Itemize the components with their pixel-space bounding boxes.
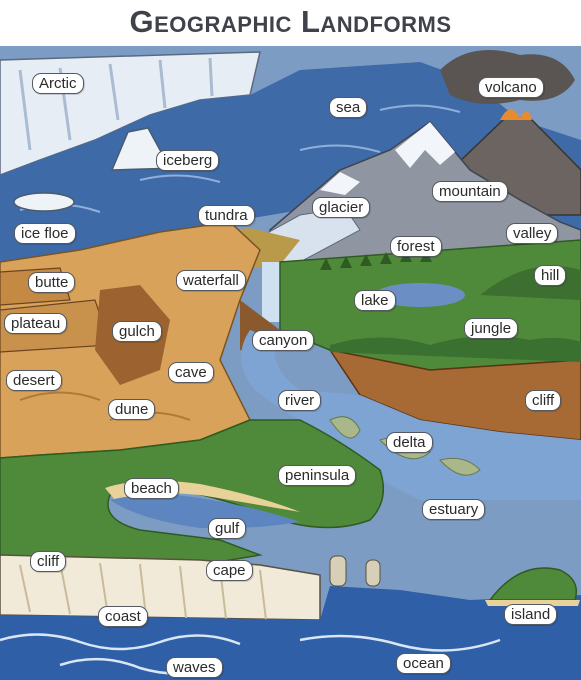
label-glacier: glacier [312, 197, 371, 218]
label-desert: desert [6, 370, 62, 391]
cape-stack-2 [365, 559, 381, 587]
label-arctic: Arctic [32, 73, 84, 94]
label-beach: beach [124, 478, 179, 499]
label-canyon: canyon [252, 330, 315, 351]
label-iceberg: iceberg [156, 150, 220, 171]
cape-stack-1 [329, 555, 347, 587]
label-island: island [504, 604, 558, 625]
label-tundra: tundra [198, 205, 255, 226]
landforms-diagram: Geographic Landforms Arctic sea volcano … [0, 0, 581, 680]
label-river: river [278, 390, 322, 411]
label-forest: forest [390, 236, 442, 257]
label-jungle: jungle [464, 318, 519, 339]
label-peninsula: peninsula [278, 465, 357, 486]
waterfall-stream [262, 262, 280, 322]
label-dune: dune [108, 399, 156, 420]
label-gulch: gulch [112, 321, 162, 342]
label-ocean: ocean [396, 653, 451, 674]
label-cape: cape [206, 560, 253, 581]
label-waves: waves [166, 657, 223, 678]
landscape-illustration [0, 46, 581, 680]
label-estuary: estuary [422, 499, 486, 520]
label-gulf: gulf [208, 518, 247, 539]
label-cave: cave [168, 362, 214, 383]
label-waterfall: waterfall [176, 270, 246, 291]
label-lake: lake [354, 290, 396, 311]
label-volcano: volcano [478, 77, 544, 98]
label-cliff-left: cliff [30, 551, 67, 572]
label-valley: valley [506, 223, 559, 244]
label-sea: sea [329, 97, 368, 118]
ice-floe-shape [13, 192, 75, 212]
label-coast: coast [98, 606, 148, 627]
label-hill: hill [534, 265, 567, 286]
label-cliff-right: cliff [525, 390, 562, 411]
label-ice-floe: ice floe [14, 223, 76, 244]
label-delta: delta [386, 432, 433, 453]
label-mountain: mountain [432, 181, 508, 202]
label-butte: butte [28, 272, 76, 293]
diagram-title: Geographic Landforms [129, 4, 452, 39]
label-plateau: plateau [4, 313, 68, 334]
